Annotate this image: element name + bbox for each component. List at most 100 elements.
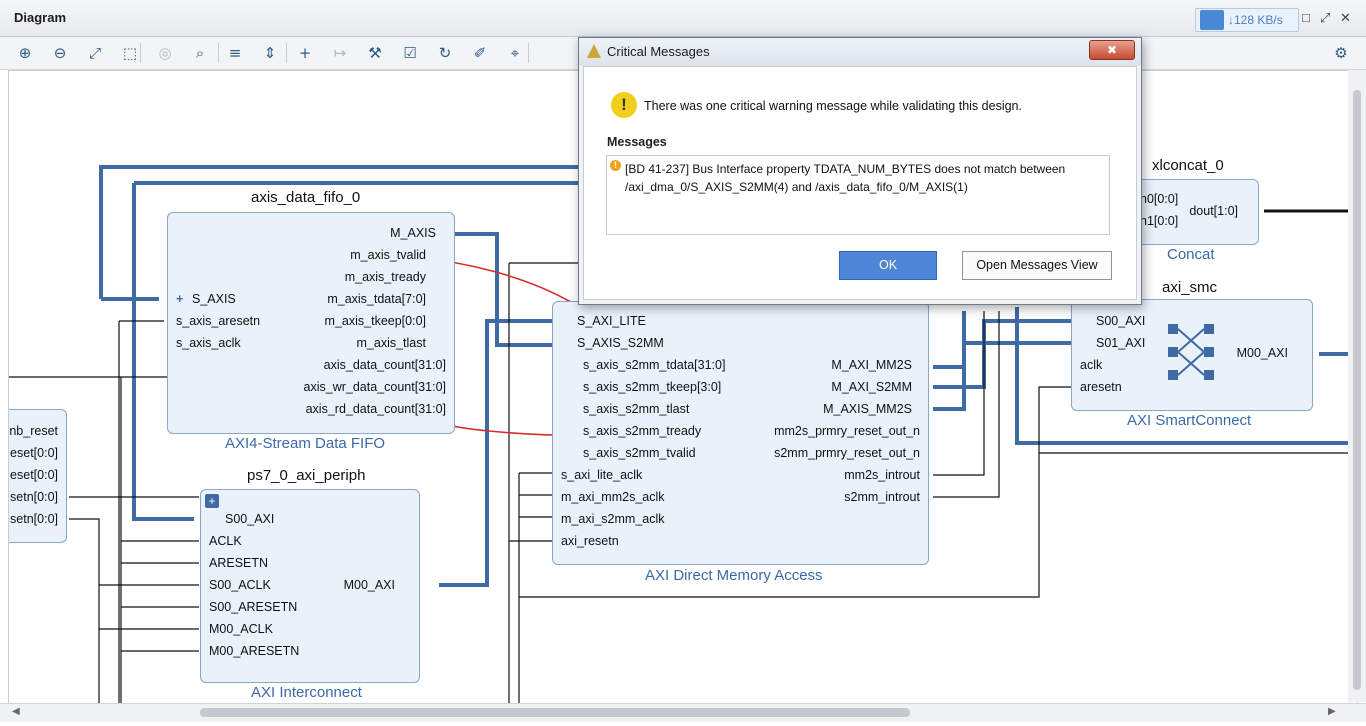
block-type: AXI Interconnect (251, 684, 362, 701)
debug-icon[interactable]: ⌖ (504, 42, 526, 64)
block-type: AXI SmartConnect (1127, 412, 1252, 429)
dialog-title: Critical Messages (607, 44, 710, 59)
toolbar-separator (528, 43, 529, 63)
interconnect-block[interactable]: + S00_AXI ACLK ARESETN S00_ACLK S00_ARES… (200, 489, 420, 683)
port-label: S_AXI_LITE (577, 314, 646, 328)
bus-wire (933, 311, 966, 369)
dma-block[interactable]: S_AXI_LITE S_AXIS_S2MM s_axis_s2mm_tdata… (552, 301, 929, 565)
toolbar-separator (218, 43, 219, 63)
port-label: axi_resetn (561, 534, 619, 548)
port-label: S00_AXI (225, 512, 275, 526)
port-label: m_axis_tready (344, 270, 426, 284)
port-label: s_axis_s2mm_tvalid (583, 446, 696, 460)
reset-block[interactable]: nb_reset eset[0:0] eset[0:0] setn[0:0] s… (9, 409, 67, 543)
port-label: m_axi_s2mm_aclk (561, 512, 665, 526)
port-label: axis_wr_data_count[31:0] (303, 380, 446, 394)
block-name: xlconcat_0 (1152, 157, 1224, 174)
port-label: S00_ACLK (209, 578, 271, 592)
port-label: M_AXIS_MM2S (823, 402, 912, 416)
port-label: M_AXI_MM2S (831, 358, 912, 372)
panel-title: Diagram (14, 10, 67, 25)
netspeed-widget[interactable]: ↓128 KB/s (1195, 8, 1299, 32)
smartconnect-block[interactable]: S00_AXI S01_AXI aclk aresetn M00_AXI (1071, 299, 1313, 411)
bus-wire (933, 319, 1071, 389)
port-label: M00_AXI (343, 578, 395, 592)
validate-icon[interactable]: ☑ (399, 42, 421, 64)
port-label: m_axis_tdata[7:0] (327, 292, 426, 306)
port-label: M00_AXI (1236, 346, 1288, 360)
expand-icon[interactable]: + (205, 494, 219, 508)
port-label: m_axis_tlast (356, 336, 426, 350)
zoom-area-icon[interactable]: ⬚ (119, 42, 141, 64)
concat-block[interactable]: n0[0:0] n1[0:0] dout[1:0] (1129, 179, 1259, 245)
block-type: AXI Direct Memory Access (645, 567, 823, 584)
port-label: S_AXIS_S2MM (577, 336, 664, 350)
scroll-right-icon[interactable]: ▶ (1328, 706, 1336, 717)
port-label: M00_ACLK (209, 622, 273, 636)
dialog-close-button[interactable]: ✖ (1089, 40, 1135, 60)
scroll-thumb[interactable] (1353, 90, 1361, 690)
ok-button[interactable]: OK (839, 251, 937, 280)
bus-wire (437, 232, 557, 347)
fifo-block[interactable]: + S_AXIS s_axis_aresetn s_axis_aclk M_AX… (167, 212, 455, 434)
maximize-icon[interactable]: ⤢ (1320, 10, 1330, 26)
search-icon[interactable]: ⌕ (189, 42, 211, 64)
properties-icon[interactable]: ⚒ (364, 42, 386, 64)
regenerate-icon[interactable]: ↻ (434, 42, 456, 64)
close-icon[interactable]: ✕ (1340, 10, 1351, 26)
dialog-body: ! There was one critical warning message… (583, 66, 1137, 300)
zoom-in-icon[interactable]: ⊕ (14, 42, 36, 64)
port-label: mm2s_prmry_reset_out_n (774, 424, 920, 438)
port-label: s_axis_aresetn (176, 314, 261, 328)
network-icon (1200, 10, 1224, 30)
port-label: n1[0:0] (1140, 214, 1179, 228)
vivado-logo-icon (587, 44, 601, 58)
port-label: eset[0:0] (10, 468, 58, 482)
port-label: s_axis_s2mm_tkeep[3:0] (583, 380, 722, 394)
toolbar-separator (140, 43, 141, 63)
port-label: setn[0:0] (10, 490, 58, 504)
port-label: ARESETN (209, 556, 269, 570)
zoom-fit-icon[interactable]: ⤢ (84, 42, 106, 64)
message-item[interactable]: [BD 41-237] Bus Interface property TDATA… (625, 160, 1103, 196)
add-ip-icon[interactable]: + (294, 42, 316, 64)
netspeed-text: ↓128 KB/s (1228, 13, 1283, 27)
block-type: Concat (1167, 246, 1215, 263)
toolbar-separator (286, 43, 287, 63)
dialog-message: There was one critical warning message w… (644, 99, 1022, 113)
block-type: AXI4-Stream Data FIFO (225, 435, 386, 452)
wire (118, 320, 164, 703)
port-label: eset[0:0] (10, 446, 58, 460)
open-messages-view-button[interactable]: Open Messages View (962, 251, 1112, 280)
settings-icon[interactable]: ⚙ (1330, 42, 1352, 64)
port-label: nb_reset (9, 424, 58, 438)
messages-list[interactable]: ! [BD 41-237] Bus Interface property TDA… (606, 155, 1110, 235)
port-label: s_axis_s2mm_tready (583, 424, 702, 438)
scroll-thumb[interactable] (200, 708, 910, 717)
port-label: aresetn (1080, 380, 1122, 394)
dialog-titlebar[interactable]: Critical Messages ✖ (579, 38, 1141, 66)
wire (99, 540, 199, 652)
port-label: ACLK (209, 534, 242, 548)
port-label: s_axis_aclk (176, 336, 241, 350)
auto-connect-icon[interactable]: ✐ (469, 42, 491, 64)
port-label: aclk (1080, 358, 1103, 372)
collapse-icon[interactable]: ≡ (224, 42, 246, 64)
vertical-scrollbar[interactable] (1348, 70, 1366, 702)
center-icon[interactable]: ◎ (154, 42, 176, 64)
plus-icon[interactable]: + (176, 292, 183, 306)
port-label: M00_ARESETN (209, 644, 300, 658)
port-label: n0[0:0] (1140, 192, 1179, 206)
make-external-icon[interactable]: ↦ (329, 42, 351, 64)
port-label: m_axi_mm2s_aclk (561, 490, 665, 504)
scroll-left-icon[interactable]: ◀ (12, 706, 20, 717)
port-label: s_axis_s2mm_tdata[31:0] (583, 358, 726, 372)
expand-icon[interactable]: ⇕ (259, 42, 281, 64)
port-label: axis_rd_data_count[31:0] (305, 402, 446, 416)
zoom-out-icon[interactable]: ⊖ (49, 42, 71, 64)
port-label: s2mm_prmry_reset_out_n (774, 446, 920, 460)
messages-heading: Messages (607, 135, 667, 149)
horizontal-scrollbar[interactable]: ◀ ▶ (0, 703, 1366, 722)
port-label: dout[1:0] (1189, 204, 1238, 218)
float-icon[interactable]: □ (1302, 10, 1310, 25)
